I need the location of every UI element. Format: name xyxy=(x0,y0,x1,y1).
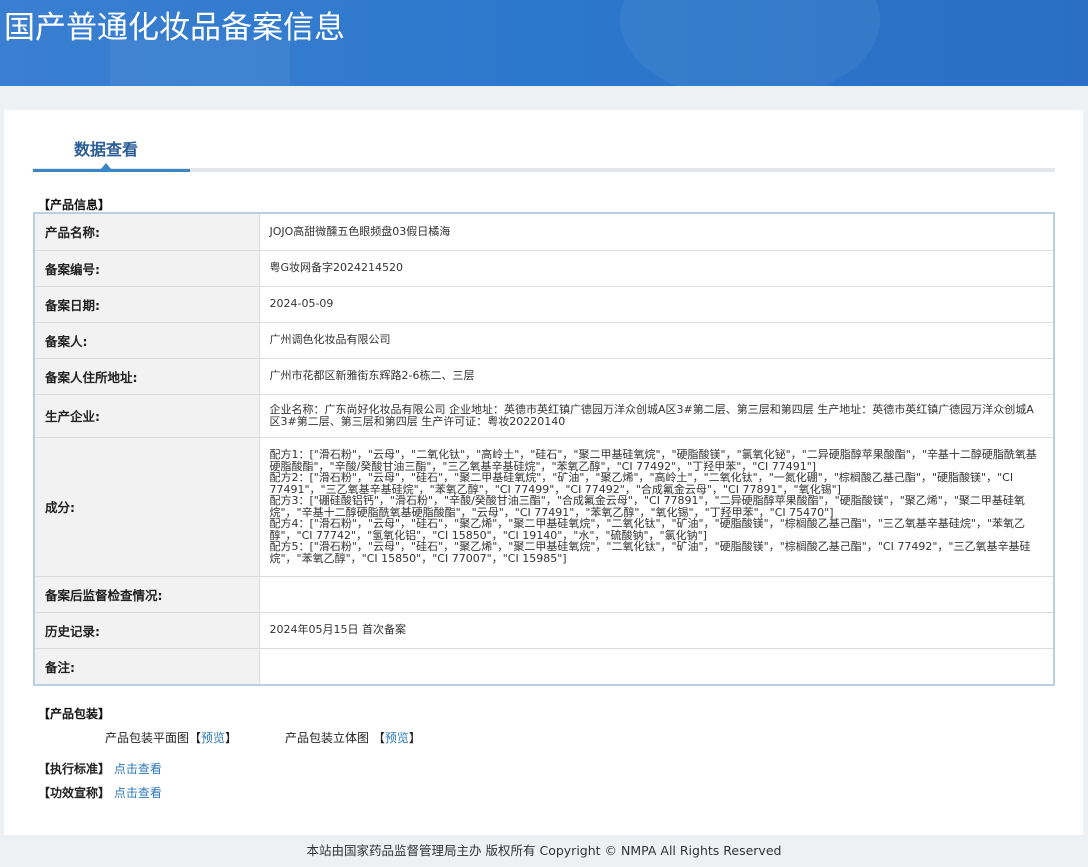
registration-number: 粤G妆网备字2024214520 xyxy=(258,249,1055,287)
remarks xyxy=(258,647,1055,686)
table-row: 备案后监督检查情况: xyxy=(33,575,1055,613)
formula-2: 配方2：["滑石粉"，"云母"，"硅石"，"聚二甲基硅氧烷"，"矿油"，"聚乙烯… xyxy=(269,471,1014,496)
packaging-flat-label: 产品包装平面图 xyxy=(105,731,190,745)
efficacy-row: 【功效宣称】 点击查看 xyxy=(38,784,162,801)
table-row: 历史记录: 2024年05月15日 首次备案 xyxy=(33,611,1055,649)
standard-label: 【执行标准】 xyxy=(38,762,111,776)
row-label: 备案后监督检查情况: xyxy=(33,575,260,613)
row-label: 生产企业: xyxy=(33,393,260,438)
manufacturer: 企业名称：广东尚好化妆品有限公司 企业地址：英德市英红镇广德园万洋众创城A区3#… xyxy=(258,393,1055,438)
packaging-solid-label: 产品包装立体图 xyxy=(285,731,370,745)
row-label: 备案编号: xyxy=(33,249,260,287)
table-row: 备案人住所地址: 广州市花都区新雅街东辉路2-6栋二、三层 xyxy=(33,357,1055,395)
table-row: 备案日期: 2024-05-09 xyxy=(33,285,1055,323)
table-row: 备注: xyxy=(33,647,1055,686)
product-name: JOJO高甜微醺五色眼频盘03假日橘海 xyxy=(258,212,1055,251)
standard-row: 【执行标准】 点击查看 xyxy=(38,760,162,777)
row-label: 备案日期: xyxy=(33,285,260,323)
packaging-solid: 产品包装立体图 【预览】 xyxy=(285,729,421,746)
row-label: 备案人住所地址: xyxy=(33,357,260,395)
formula-3: 配方3：["硼硅酸铝钙"，"滑石粉"，"辛酸/癸酸甘油三酯"，"合成氟金云母"，… xyxy=(269,494,1025,519)
table-row: 成分: 配方1：["滑石粉"，"云母"，"二氧化钛"，"高岭土"，"硅石"，"聚… xyxy=(33,436,1055,577)
table-row: 备案编号: 粤G妆网备字2024214520 xyxy=(33,249,1055,287)
footer-copyright: 本站由国家药品监督管理局主办 版权所有 Copyright © NMPA All… xyxy=(306,843,782,858)
bracket: 【 xyxy=(372,731,385,745)
bracket: 】 xyxy=(225,731,238,745)
bracket: 】 xyxy=(408,731,421,745)
formula-1: 配方1：["滑石粉"，"云母"，"二氧化钛"，"高岭土"，"硅石"，"聚二甲基硅… xyxy=(269,448,1037,473)
page-title: 国产普通化妆品备案信息 xyxy=(4,10,345,46)
tab-data-view[interactable]: 数据查看 xyxy=(74,136,138,160)
registrant-address: 广州市花都区新雅街东辉路2-6栋二、三层 xyxy=(258,357,1055,395)
formula-4: 配方4：["滑石粉"，"云母"，"硅石"，"聚乙烯"，"聚二甲基硅氧烷"，"二氧… xyxy=(269,517,1026,542)
product-info-heading: 【产品信息】 xyxy=(38,198,111,212)
row-label: 成分: xyxy=(33,436,260,577)
tab-active-indicator xyxy=(33,169,190,172)
bracket: 【 xyxy=(189,731,202,745)
product-info-table: 产品名称: JOJO高甜微醺五色眼频盘03假日橘海 备案编号: 粤G妆网备字2024… xyxy=(33,212,1055,686)
standard-view-link[interactable]: 点击查看 xyxy=(114,762,162,776)
row-label: 备注: xyxy=(33,647,260,686)
tab-arrow-icon xyxy=(101,163,111,169)
row-label: 产品名称: xyxy=(33,212,260,251)
registration-date: 2024-05-09 xyxy=(258,285,1055,323)
packaging-solid-preview-link[interactable]: 预览 xyxy=(385,731,409,745)
formula-5: 配方5：["滑石粉"，"云母"，"硅石"，"聚乙烯"，"聚二甲基硅氧烷"，"二氧… xyxy=(269,540,1031,565)
table-row: 生产企业: 企业名称：广东尚好化妆品有限公司 企业地址：英德市英红镇广德园万洋众创… xyxy=(33,393,1055,438)
row-label: 备案人: xyxy=(33,321,260,359)
efficacy-view-link[interactable]: 点击查看 xyxy=(114,786,162,800)
table-row: 备案人: 广州调色化妆品有限公司 xyxy=(33,321,1055,359)
packaging-flat: 产品包装平面图【预览】 xyxy=(105,729,237,746)
packaging-heading: 【产品包装】 xyxy=(38,707,111,721)
efficacy-label: 【功效宣称】 xyxy=(38,786,111,800)
content-card: 数据查看 【产品信息】 产品名称: JOJO高甜微醺五色眼频盘03假日橘海 备案编… xyxy=(4,110,1083,835)
packaging-flat-preview-link[interactable]: 预览 xyxy=(201,731,225,745)
row-label: 历史记录: xyxy=(33,611,260,649)
page-header: 国产普通化妆品备案信息 xyxy=(0,0,1088,86)
registrant: 广州调色化妆品有限公司 xyxy=(258,321,1055,359)
table-row: 产品名称: JOJO高甜微醺五色眼频盘03假日橘海 xyxy=(33,212,1055,251)
inspection-status xyxy=(258,575,1055,613)
history-record: 2024年05月15日 首次备案 xyxy=(258,611,1055,649)
ingredients: 配方1：["滑石粉"，"云母"，"二氧化钛"，"高岭土"，"硅石"，"聚二甲基硅… xyxy=(258,436,1055,577)
